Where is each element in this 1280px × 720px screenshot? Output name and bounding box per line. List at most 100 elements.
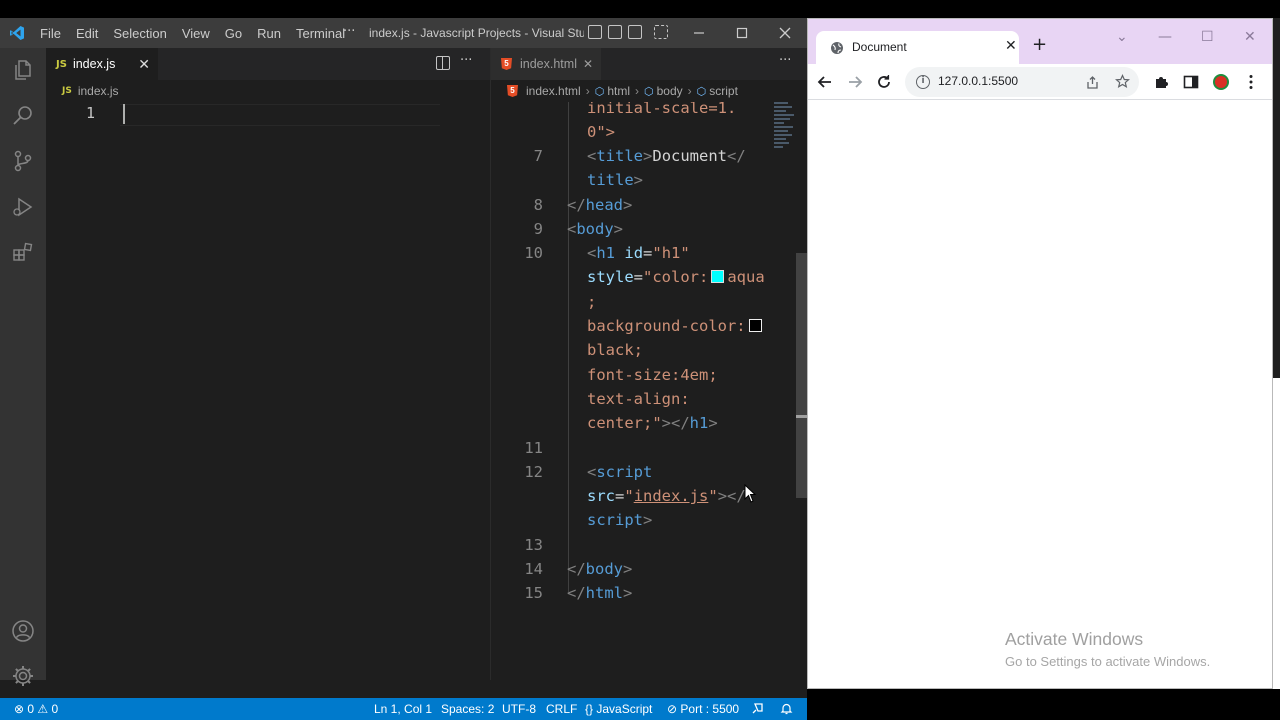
live-server-port[interactable]: ⊘ Port : 5500 — [667, 698, 739, 720]
toggle-secondary-sidebar-icon[interactable] — [628, 25, 642, 39]
close-icon[interactable]: ✕ — [1244, 29, 1256, 45]
more-actions-icon[interactable]: ··· — [460, 53, 472, 68]
toggle-panel-icon[interactable] — [608, 25, 622, 39]
indent-guide — [568, 102, 569, 502]
tab-index-html[interactable]: 5 index.html ✕ — [491, 48, 601, 80]
more-actions-icon[interactable]: ··· — [779, 53, 791, 68]
tab-label: index.js — [72, 57, 116, 71]
problems-indicator[interactable]: ⊗ 0 ⚠ 0 — [14, 698, 58, 720]
watermark-title: Activate Windows — [1005, 629, 1144, 649]
browser-tab-strip: Document ✕ + ⌄ — ☐ ✕ — [808, 19, 1272, 65]
language-mode[interactable]: {} JavaScript — [585, 698, 652, 720]
new-tab-button[interactable]: + — [1032, 34, 1047, 55]
line-number: 11 — [524, 439, 543, 457]
maximize-button[interactable] — [720, 18, 764, 48]
menu-run[interactable]: Run — [257, 26, 281, 41]
maximize-icon[interactable]: ☐ — [1201, 29, 1214, 45]
menu-go[interactable]: Go — [225, 26, 242, 41]
menu-terminal[interactable]: Terminal — [296, 26, 345, 41]
browser-tab-title: Document — [852, 40, 907, 54]
editor-group-left: JS index.js ✕ ··· JS index.js 1 — [46, 48, 490, 680]
breadcrumb-item-file[interactable]: index.js — [78, 84, 119, 98]
notifications-bell-icon[interactable] — [780, 698, 793, 720]
tab-bar-left: JS index.js ✕ ··· — [46, 48, 490, 80]
side-panel-icon[interactable] — [1182, 73, 1200, 91]
code-editor-right[interactable]: initial-scale=1. 0"> 7 <title>Document</… — [491, 102, 791, 680]
encoding-setting[interactable]: UTF-8 — [502, 698, 536, 720]
browser-page-content[interactable]: Activate Windows Go to Settings to activ… — [808, 101, 1272, 688]
code-line-10-wrap-4: black; — [587, 341, 643, 359]
run-debug-icon[interactable] — [11, 195, 35, 219]
element-cube-icon: ⬡ — [696, 85, 707, 98]
current-line-highlight — [120, 104, 440, 126]
browser-tab[interactable]: Document ✕ — [816, 31, 1019, 65]
toggle-sidebar-icon[interactable] — [588, 25, 602, 39]
minimap[interactable] — [774, 102, 796, 172]
forward-arrow-icon[interactable] — [846, 73, 864, 91]
share-icon[interactable] — [1085, 75, 1100, 90]
line-number: 9 — [533, 220, 543, 238]
bookmark-star-icon[interactable] — [1115, 74, 1130, 89]
line-number: 10 — [524, 244, 543, 262]
line-number: 14 — [524, 560, 543, 578]
address-bar[interactable]: i 127.0.0.1:5500 — [905, 67, 1139, 97]
source-control-icon[interactable] — [11, 149, 35, 173]
js-file-icon: JS — [56, 58, 67, 70]
explorer-icon[interactable] — [11, 58, 35, 82]
menu-overflow-button[interactable]: ··· — [343, 24, 355, 39]
site-info-icon[interactable]: i — [916, 75, 930, 89]
extensions-puzzle-icon[interactable] — [1153, 73, 1171, 91]
search-icon[interactable] — [11, 104, 35, 128]
scrollbar-thumb[interactable] — [796, 253, 807, 498]
profile-avatar-icon[interactable] — [1212, 73, 1230, 91]
tab-label: index.html — [520, 57, 577, 71]
code-line-10-wrap-5: font-size:4em; — [587, 366, 718, 384]
tab-search-chevron-icon[interactable]: ⌄ — [1116, 29, 1128, 45]
tab-close-icon[interactable]: ✕ — [583, 57, 593, 71]
code-line-7-wrap: title> — [587, 171, 644, 189]
menu-view[interactable]: View — [182, 26, 210, 41]
back-arrow-icon[interactable] — [816, 73, 834, 91]
indentation-setting[interactable]: Spaces: 2 — [441, 698, 494, 720]
code-line-10-wrap-6: text-align: — [587, 390, 690, 408]
activate-windows-watermark: Activate Windows Go to Settings to activ… — [1005, 629, 1210, 669]
tab-close-icon[interactable]: ✕ — [138, 56, 150, 73]
minimize-icon[interactable]: — — [1158, 29, 1172, 45]
breadcrumb-item-file[interactable]: index.html — [526, 84, 581, 98]
text-cursor — [123, 104, 125, 124]
breadcrumb-item-script[interactable]: script — [709, 84, 738, 98]
browser-menu-kebab-icon[interactable] — [1242, 73, 1260, 91]
tab-index-js[interactable]: JS index.js ✕ — [46, 48, 158, 80]
line-number: 12 — [524, 463, 543, 481]
tab-bar-right: 5 index.html ✕ ··· — [491, 48, 808, 80]
extensions-icon[interactable] — [11, 240, 35, 264]
line-number: 1 — [86, 104, 96, 122]
html-file-icon: 5 — [501, 58, 512, 70]
close-window-button[interactable] — [763, 18, 807, 48]
code-editor-left[interactable]: 1 — [46, 104, 490, 126]
breadcrumb-item-body[interactable]: body — [657, 84, 683, 98]
code-line-12-wrap-1: src="index.js"></ — [587, 487, 746, 505]
js-file-icon: JS — [62, 86, 72, 96]
menu-selection[interactable]: Selection — [113, 26, 166, 41]
eol-setting[interactable]: CRLF — [546, 698, 577, 720]
cursor-position[interactable]: Ln 1, Col 1 — [374, 698, 432, 720]
line-number: 13 — [524, 536, 543, 554]
customize-layout-icon[interactable] — [654, 25, 668, 39]
minimize-button[interactable] — [677, 18, 721, 48]
menu-file[interactable]: File — [40, 26, 61, 41]
layout-controls — [588, 25, 668, 39]
account-icon[interactable] — [11, 619, 35, 643]
breadcrumb-item-html[interactable]: html — [607, 84, 630, 98]
settings-gear-icon[interactable] — [11, 664, 35, 688]
tab-close-icon[interactable]: ✕ — [1005, 38, 1017, 54]
vscode-logo-icon — [10, 26, 24, 40]
split-editor-icon[interactable] — [436, 56, 450, 70]
reload-icon[interactable] — [875, 73, 893, 91]
color-swatch-black[interactable] — [748, 319, 762, 332]
code-line-10-wrap-7: center;"></h1> — [587, 414, 718, 432]
menu-edit[interactable]: Edit — [76, 26, 98, 41]
line-number: 7 — [533, 147, 543, 165]
color-swatch-aqua[interactable] — [711, 270, 725, 283]
feedback-icon[interactable] — [751, 698, 764, 720]
